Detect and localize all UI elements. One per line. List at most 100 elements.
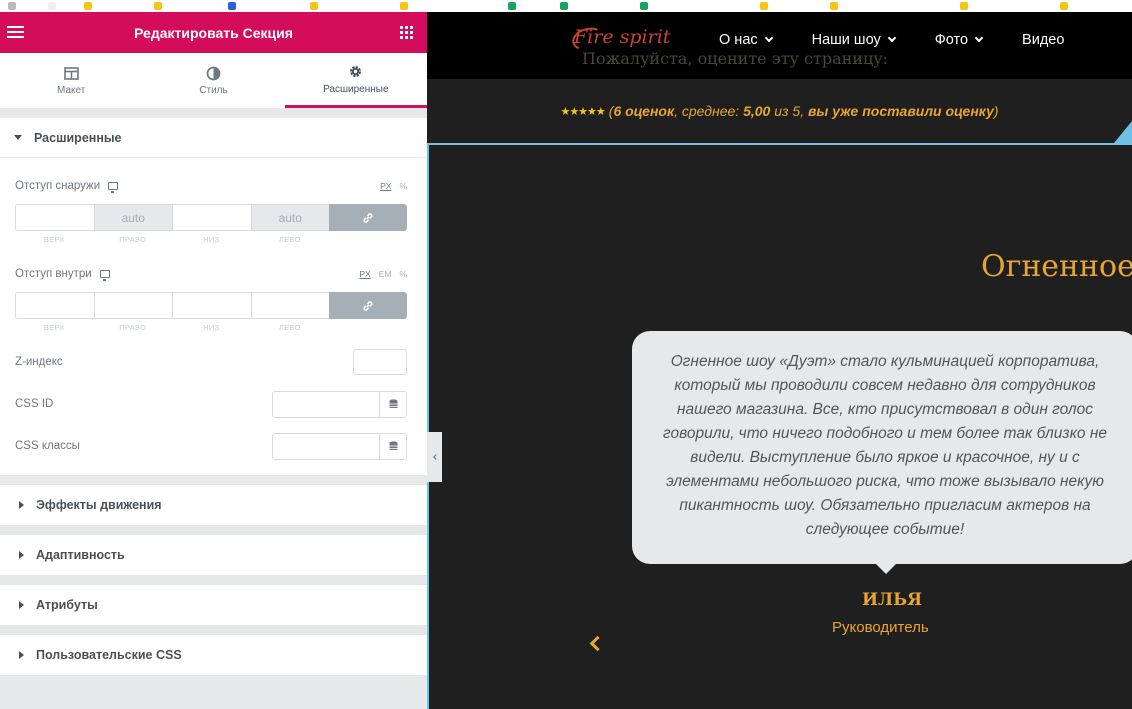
tab-style[interactable]: Стиль bbox=[142, 53, 284, 108]
section-attributes[interactable]: Атрибуты bbox=[0, 585, 427, 625]
css-classes-field bbox=[272, 432, 407, 460]
style-icon bbox=[206, 65, 221, 81]
rating-stars-icon[interactable]: ★★★★★ bbox=[560, 105, 605, 118]
testimonial-author: ИЛЬЯ bbox=[862, 590, 923, 610]
rating-summary: ★★★★★ (6 оценок, среднее: 5,00 из 5, вы … bbox=[427, 79, 1132, 143]
menu-icon[interactable] bbox=[7, 26, 24, 39]
nav-item-shows[interactable]: Наши шоу bbox=[811, 32, 896, 48]
nav-item-about-label: О нас bbox=[719, 32, 758, 48]
rating-sep2: из 5, bbox=[770, 103, 808, 119]
css-classes-row: CSS классы bbox=[15, 425, 407, 467]
nav-item-video[interactable]: Видео bbox=[1022, 32, 1064, 48]
site-logo[interactable]: Fire spirit bbox=[569, 24, 670, 54]
advanced-section: Расширенные Отступ снаружи PX % auto aut… bbox=[0, 118, 427, 475]
padding-left-input[interactable] bbox=[250, 292, 329, 319]
advanced-section-title: Расширенные bbox=[34, 130, 122, 145]
dynamic-tags-icon[interactable] bbox=[379, 433, 406, 459]
tab-layout[interactable]: Макет bbox=[0, 53, 142, 108]
chevron-left-icon bbox=[432, 454, 439, 460]
unit-percent[interactable]: % bbox=[399, 269, 407, 279]
gear-icon bbox=[348, 64, 363, 80]
section-custom-css[interactable]: Пользовательские CSS bbox=[0, 635, 427, 675]
panel-tabs: Макет Стиль Расширенные bbox=[0, 53, 427, 108]
margin-top-input[interactable] bbox=[15, 204, 94, 231]
css-id-input[interactable] bbox=[273, 392, 379, 417]
nav-item-photo-label: Фото bbox=[934, 32, 969, 48]
desktop-icon[interactable] bbox=[99, 270, 110, 281]
z-index-row: Z-индекс bbox=[15, 341, 407, 383]
layout-icon bbox=[63, 65, 79, 81]
tab-advanced[interactable]: Расширенные bbox=[284, 53, 427, 108]
chevron-down-icon bbox=[764, 33, 773, 43]
section-attributes-label: Атрибуты bbox=[36, 598, 98, 612]
collapse-panel-button[interactable] bbox=[427, 432, 442, 482]
section-responsive[interactable]: Адаптивность bbox=[0, 535, 427, 575]
desktop-icon[interactable] bbox=[108, 182, 119, 193]
caret-right-icon bbox=[19, 651, 24, 659]
testimonial-bubble: Огненное шоу «Дуэт» стало кульминацией к… bbox=[632, 331, 1132, 574]
padding-control: Отступ внутри PX EM % ВЕРХ ПРАВО НИЗ ЛЕВ… bbox=[0, 247, 427, 335]
css-id-row: CSS ID bbox=[15, 383, 407, 425]
padding-top-input[interactable] bbox=[15, 292, 94, 319]
tab-advanced-label: Расширенные bbox=[323, 83, 389, 95]
advanced-section-header[interactable]: Расширенные bbox=[0, 118, 427, 158]
css-classes-input[interactable] bbox=[273, 434, 379, 459]
css-classes-label: CSS классы bbox=[15, 440, 80, 452]
main-nav: О нас Наши шоу Фото Видео bbox=[719, 32, 1064, 48]
rating-sep1: , среднее: bbox=[674, 103, 744, 119]
unit-px[interactable]: PX bbox=[380, 181, 391, 191]
section-custom-css-label: Пользовательские CSS bbox=[36, 648, 182, 662]
css-id-field bbox=[272, 390, 407, 418]
testimonial-text: Огненное шоу «Дуэт» стало кульминацией к… bbox=[663, 353, 1107, 538]
css-id-label: CSS ID bbox=[15, 398, 54, 410]
section-responsive-label: Адаптивность bbox=[36, 548, 125, 562]
section-motion-effects[interactable]: Эффекты движения bbox=[0, 485, 427, 525]
nav-item-video-label: Видео bbox=[1022, 32, 1065, 48]
editor-panel: Редактировать Секция Макет Стиль Расшире… bbox=[0, 12, 427, 709]
section-motion-effects-label: Эффекты движения bbox=[36, 498, 162, 512]
unit-em[interactable]: EM bbox=[379, 269, 392, 279]
padding-bottom-input[interactable] bbox=[172, 292, 251, 319]
nav-item-about[interactable]: О нас bbox=[719, 32, 773, 48]
unit-percent[interactable]: % bbox=[399, 181, 407, 191]
dynamic-tags-icon[interactable] bbox=[379, 391, 406, 417]
dim-label-top: ВЕРХ bbox=[43, 235, 65, 244]
panel-header: Редактировать Секция bbox=[0, 12, 427, 53]
link-values-button[interactable] bbox=[329, 204, 407, 231]
margin-right-input[interactable]: auto bbox=[93, 204, 172, 231]
rating-count: 6 оценок bbox=[613, 103, 675, 119]
caret-down-icon bbox=[14, 135, 22, 140]
nav-item-photo[interactable]: Фото bbox=[934, 32, 984, 48]
caret-right-icon bbox=[19, 601, 24, 609]
caret-right-icon bbox=[19, 551, 24, 559]
unit-px[interactable]: PX bbox=[359, 269, 370, 279]
dim-label-left: ЛЕВО bbox=[278, 323, 301, 332]
z-index-input[interactable] bbox=[353, 349, 407, 375]
rating-prompt-text: Пожалуйста, оцените эту страницу: bbox=[582, 49, 889, 68]
padding-right-input[interactable] bbox=[93, 292, 172, 319]
margin-left-input[interactable]: auto bbox=[250, 204, 329, 231]
z-index-label: Z-индекс bbox=[15, 356, 63, 368]
widgets-grid-icon[interactable] bbox=[400, 26, 413, 39]
dim-label-left: ЛЕВО bbox=[278, 235, 301, 244]
browser-bookmarks-strip bbox=[0, 0, 1132, 12]
chevron-left-icon[interactable] bbox=[589, 635, 606, 652]
link-icon bbox=[363, 212, 373, 223]
dim-label-right: ПРАВО bbox=[119, 323, 147, 332]
rating-average: 5,00 bbox=[743, 103, 771, 119]
link-values-button[interactable] bbox=[329, 292, 407, 319]
rating-voted-note: вы уже поставили оценку bbox=[807, 103, 994, 119]
dim-label-bottom: НИЗ bbox=[203, 323, 220, 332]
margin-bottom-input[interactable] bbox=[172, 204, 251, 231]
caret-right-icon bbox=[19, 501, 24, 509]
panel-title: Редактировать Секция bbox=[134, 24, 293, 41]
selected-section[interactable]: Огненное Огненное шоу «Дуэт» стало кульм… bbox=[427, 143, 1132, 709]
section-heading: Огненное bbox=[981, 249, 1132, 284]
padding-label: Отступ внутри bbox=[15, 268, 92, 280]
link-icon bbox=[363, 300, 373, 311]
nav-item-shows-label: Наши шоу bbox=[811, 32, 881, 48]
margin-label: Отступ снаружи bbox=[15, 180, 101, 192]
testimonial-role: Руководитель bbox=[832, 619, 929, 636]
chevron-down-icon bbox=[974, 33, 984, 43]
section-handle-corner[interactable] bbox=[1114, 121, 1132, 143]
